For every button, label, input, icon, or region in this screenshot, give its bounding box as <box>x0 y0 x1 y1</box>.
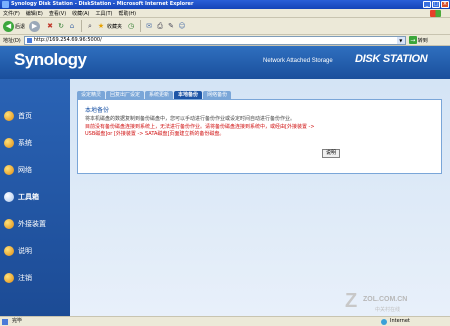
page-viewport: Synology Network Attached Storage DISK S… <box>0 46 450 316</box>
sidebar-item-external-devices[interactable]: 外接装置 <box>4 219 46 229</box>
home-bullet-icon <box>4 111 14 121</box>
watermark-logo-icon: Z <box>345 290 358 312</box>
page-icon <box>26 37 32 43</box>
home-icon[interactable]: ⌂ <box>67 21 77 31</box>
toolbox-bullet-icon <box>4 192 14 202</box>
refresh-icon[interactable]: ↻ <box>56 21 66 31</box>
messenger-icon[interactable]: ☺ <box>177 21 187 31</box>
sidebar-item-label: 网络 <box>18 166 32 174</box>
menu-edit[interactable]: 编辑(E) <box>26 10 43 17</box>
title-bar: Synology Disk Station - DiskStation - Mi… <box>0 0 450 9</box>
address-input[interactable]: http://169.254.69.96:5000/ ▼ <box>23 35 406 45</box>
menu-view[interactable]: 查看(V) <box>49 10 66 17</box>
go-button[interactable]: → 转到 <box>408 36 428 44</box>
sidebar-item-label: 系统 <box>18 139 32 147</box>
status-zone: Internet <box>390 318 410 324</box>
synology-logo: Synology <box>14 50 87 69</box>
toolbar-separator <box>81 20 83 32</box>
address-bar: 地址(D) http://169.254.69.96:5000/ ▼ → 转到 <box>0 35 450 46</box>
menu-favorites[interactable]: 收藏(A) <box>72 10 89 17</box>
forward-arrow-icon: ▶ <box>29 20 41 32</box>
sidebar-item-system[interactable]: 系统 <box>4 138 32 148</box>
favorites-button[interactable]: ★ 收藏夹 <box>96 21 122 31</box>
logout-bullet-icon <box>4 273 14 283</box>
status-text: 完毕 <box>12 318 23 324</box>
sidebar-item-label: 说明 <box>18 247 32 255</box>
toolbar-separator <box>140 20 142 32</box>
star-icon: ★ <box>97 22 105 30</box>
address-url: http://169.254.69.96:5000/ <box>33 36 102 43</box>
sidebar-item-label: 工具箱 <box>18 193 39 201</box>
internet-zone-icon <box>381 319 387 325</box>
history-icon[interactable]: ◷ <box>126 21 136 31</box>
panel-description: 将本机磁盘的数据复制到备份磁盘中，您可以手动进行备份作业或设定时间自动进行备份作… <box>85 116 296 122</box>
back-arrow-icon: ◀ <box>3 20 14 32</box>
tab-network-backup[interactable]: 网络备份 <box>203 91 232 99</box>
help-bullet-icon <box>4 246 14 256</box>
menu-bar: 文件(F) 编辑(E) 查看(V) 收藏(A) 工具(T) 帮助(H) <box>0 9 450 18</box>
system-bullet-icon <box>4 138 14 148</box>
watermark-cn: 中关村在线 <box>375 307 401 313</box>
windows-flag-icon <box>430 10 441 17</box>
sidebar: 首页 系统 网络 工具箱 外接装置 说明 注销 <box>0 79 70 316</box>
address-label: 地址(D) <box>3 37 21 44</box>
stop-icon[interactable]: ✖ <box>45 21 55 31</box>
panel-title: 本地备份 <box>85 107 110 114</box>
sidebar-item-label: 注销 <box>18 274 32 282</box>
sidebar-item-label: 首页 <box>18 112 32 120</box>
menu-file[interactable]: 文件(F) <box>3 10 20 17</box>
sidebar-item-help[interactable]: 说明 <box>4 246 32 256</box>
tab-factory-reset[interactable]: 回复出厂设定 <box>106 91 145 99</box>
back-label: 后退 <box>15 23 26 30</box>
go-arrow-icon: → <box>408 36 417 44</box>
window-title: Synology Disk Station - DiskStation - Mi… <box>11 1 194 7</box>
menu-help[interactable]: 帮助(H) <box>118 10 136 17</box>
search-icon[interactable]: ⌕ <box>85 21 95 31</box>
header-tagline: Network Attached Storage <box>263 58 333 64</box>
sidebar-item-home[interactable]: 首页 <box>4 111 32 121</box>
sidebar-item-toolbox[interactable]: 工具箱 <box>4 192 39 202</box>
favorites-label: 收藏夹 <box>107 23 123 30</box>
sidebar-item-logout[interactable]: 注销 <box>4 273 32 283</box>
go-label: 转到 <box>417 37 428 44</box>
address-dropdown-icon[interactable]: ▼ <box>396 36 405 44</box>
minimize-button[interactable]: _ <box>423 1 431 8</box>
tab-setup-wizard[interactable]: 设定精灵 <box>77 91 106 99</box>
forward-button[interactable]: ▶ <box>29 20 41 32</box>
back-button[interactable]: ◀ 后退 <box>3 20 26 32</box>
edit-icon[interactable]: ✎ <box>166 21 176 31</box>
page-status-icon <box>2 319 8 325</box>
maximize-button[interactable]: □ <box>432 1 440 8</box>
ds-header: Synology Network Attached Storage DISK S… <box>0 46 450 79</box>
menu-tools[interactable]: 工具(T) <box>96 10 113 17</box>
disk-station-brand: DISK STATION <box>355 53 428 65</box>
status-bar: 完毕 Internet <box>0 316 450 326</box>
sidebar-item-network[interactable]: 网络 <box>4 165 32 175</box>
sidebar-item-label: 外接装置 <box>18 220 46 228</box>
toolbar: ◀ 后退 ▶ ✖ ↻ ⌂ ⌕ ★ 收藏夹 ◷ ✉ ⎙ ✎ ☺ <box>0 18 450 35</box>
tab-local-backup[interactable]: 本地备份 <box>174 91 203 99</box>
main-content: 设定精灵 回复出厂设定 系统更新 本地备份 网络备份 本地备份 将本机磁盘的数据… <box>70 79 450 316</box>
mail-icon[interactable]: ✉ <box>144 21 154 31</box>
network-bullet-icon <box>4 165 14 175</box>
tab-bar: 设定精灵 回复出厂设定 系统更新 本地备份 网络备份 <box>77 91 232 99</box>
warning-message: 目前没有备份磁盘连接到系统上，无法进行备份作业。请将备份磁盘连接到系统中，或经由… <box>85 124 375 138</box>
ie-icon <box>2 1 9 8</box>
warning-line-2: USB磁盘]or [外接装置 -> SATA磁盘]页面建立新的备份磁盘。 <box>85 131 225 137</box>
tab-system-update[interactable]: 系统更新 <box>145 91 174 99</box>
external-devices-bullet-icon <box>4 219 14 229</box>
warning-line-1: 目前没有备份磁盘连接到系统上，无法进行备份作业。请将备份磁盘连接到系统中，或经由… <box>85 124 315 130</box>
watermark-site: ZOL.COM.CN <box>363 296 408 303</box>
help-button[interactable]: 说明 <box>322 149 340 158</box>
close-button[interactable]: × <box>441 1 449 8</box>
print-icon[interactable]: ⎙ <box>155 21 165 31</box>
local-backup-panel: 本地备份 将本机磁盘的数据复制到备份磁盘中，您可以手动进行备份作业或设定时间自动… <box>77 99 442 174</box>
